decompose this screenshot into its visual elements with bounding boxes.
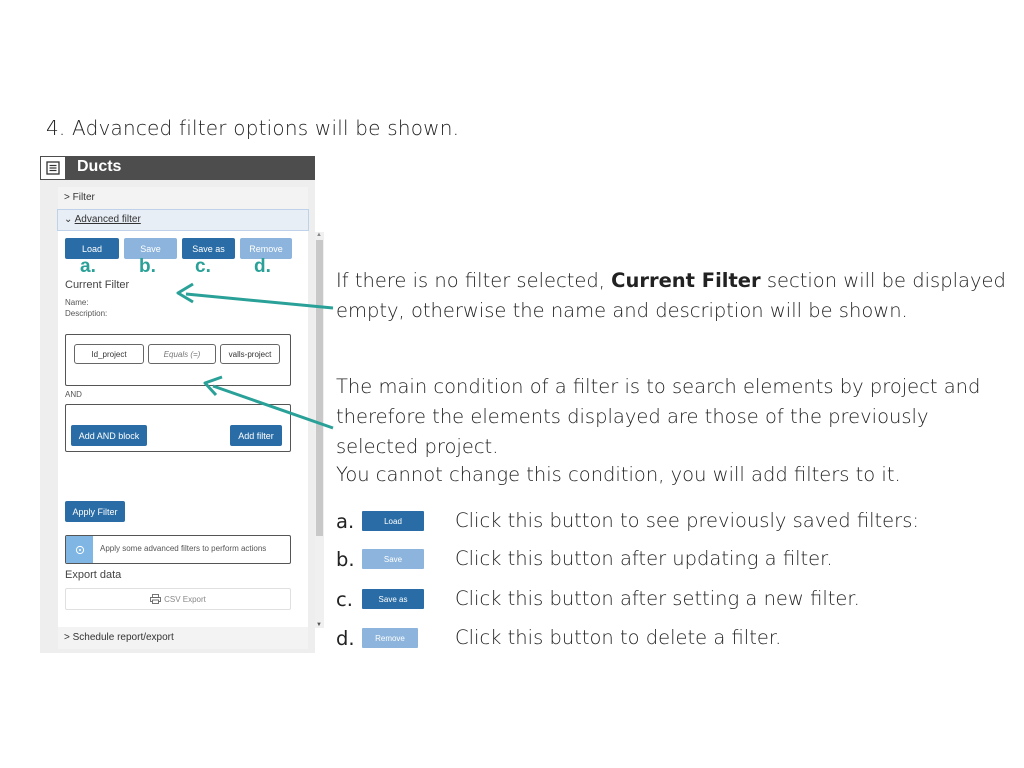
paragraph-cannot-change: You cannot change this condition, you wi… xyxy=(336,463,901,486)
legend-load-button: Load xyxy=(362,511,424,531)
legend-save-button: Save xyxy=(362,549,424,569)
arrow-to-main-condition xyxy=(203,375,334,430)
legend-save-as-button: Save as xyxy=(362,589,424,609)
current-filter-bold: Current Filter xyxy=(611,269,761,292)
legend-remove-button: Remove xyxy=(362,628,418,648)
legend-item-save: b. Save Click this button after updating… xyxy=(336,547,833,571)
paragraph-current-filter: If there is no filter selected, Current … xyxy=(336,269,1006,322)
legend-item-remove: d. Remove Click this button to delete a … xyxy=(336,626,782,650)
legend-item-load: a. Load Click this button to see previou… xyxy=(336,509,919,533)
legend-item-save-as: c. Save as Click this button after setti… xyxy=(336,587,860,611)
arrow-to-current-filter xyxy=(176,282,334,310)
paragraph-main-condition: The main condition of a filter is to sea… xyxy=(336,375,981,458)
